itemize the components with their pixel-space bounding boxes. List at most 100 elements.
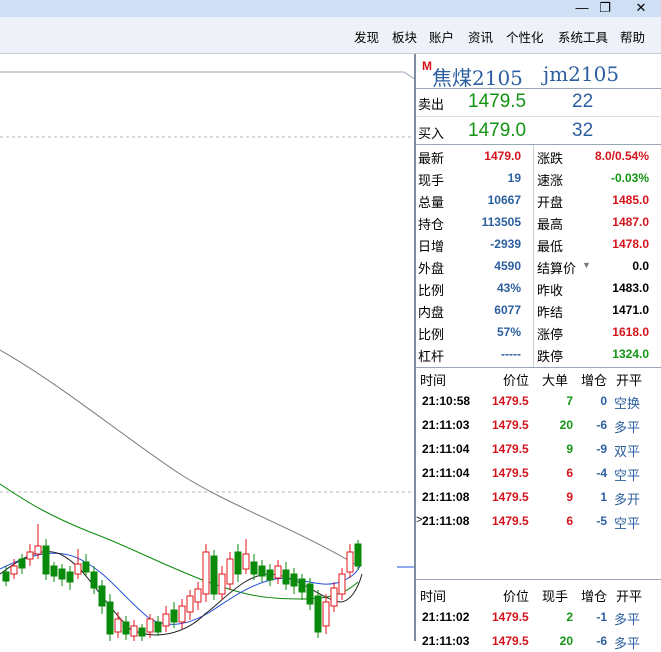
candle-body [202,551,210,595]
minimize-icon: — [575,0,589,15]
candle-body [146,618,154,633]
ma-long-line [0,349,356,565]
candle-body [186,595,194,613]
stat-label: 比例 [418,283,445,298]
stat-value: 6077 [494,303,521,317]
candle-body [154,621,162,633]
symbol-name[interactable]: 焦煤2105 [432,62,523,91]
dropdown-caret-icon[interactable]: ▼ [582,260,591,270]
window-title-bar: — ❐ ✕ [0,0,661,17]
candle-body [322,601,330,627]
menu-discover[interactable]: 发现 [354,27,379,46]
trade-volume: 6 [566,466,573,480]
sell-price[interactable]: 1479.5 [468,91,526,113]
stat-label: 昨结 [537,305,564,320]
trades-header: 时间 [420,373,447,388]
menu-account[interactable]: 账户 [429,27,454,46]
trade-price: 1479.5 [492,442,529,456]
stat-label: 速涨 [537,173,564,188]
stat-value: 1471.0 [612,303,649,317]
stat-value: 1483.0 [612,281,649,295]
trades-header: 增仓 [581,589,608,604]
stat-label: 总量 [418,195,445,210]
candle-body [330,587,338,607]
stat-label: 涨跌 [537,151,564,166]
restore-icon: ❐ [599,0,611,15]
candle-body [138,627,146,637]
candle-body [66,571,74,583]
trade-price: 1479.5 [492,466,529,480]
stat-value: 4590 [494,259,521,273]
stat-label: 结算价 [537,261,577,276]
stat-value: 1487.0 [612,215,649,229]
menu-personalize[interactable]: 个性化 [506,27,544,46]
restore-button[interactable]: ❐ [588,0,622,17]
menu-sectors[interactable]: 板块 [392,27,417,46]
trade-change: -5 [596,514,607,528]
stat-label: 内盘 [418,305,445,320]
trades-header: 增仓 [581,373,608,388]
trade-volume: 6 [566,514,573,528]
trade-type: 空平 [614,516,641,531]
candle-body [250,561,258,575]
buy-qty: 32 [572,120,594,141]
candle-body [258,565,266,577]
symbol-code[interactable]: jm2105 [543,62,619,86]
stat-label: 最低 [537,239,564,254]
trades-header: 大单 [542,373,569,388]
trades-header: 开平 [616,373,643,388]
menu-news[interactable]: 资讯 [468,27,493,46]
trade-time: 21:10:58 [422,394,471,408]
stat-value: 113505 [481,215,521,229]
trade-time: 21:11:08 [422,514,470,528]
market-badge: M [422,59,432,73]
candle-body [34,545,42,555]
stat-value: 10667 [487,193,521,207]
menu-system-tools[interactable]: 系统工具 [558,27,608,46]
trade-price: 1479.5 [492,514,529,528]
candle-body [90,571,98,589]
candle-body [42,545,50,575]
stat-value: 19 [507,171,521,185]
candle-body [282,569,290,585]
stat-label: 跌停 [537,349,564,364]
kline-chart[interactable] [0,54,417,641]
trade-change: -9 [596,442,607,456]
candles-group [2,524,362,641]
trade-change: -6 [596,418,607,432]
candle-body [170,609,178,623]
menu-help[interactable]: 帮助 [620,27,645,46]
candle-body [194,588,202,603]
trade-price: 1479.5 [492,418,529,432]
candle-body [274,565,282,579]
stat-label: 最新 [418,151,445,166]
trade-time: 21:11:02 [422,610,470,624]
trade-type: 多开 [614,492,641,507]
trade-time: 21:11:03 [422,634,470,648]
trade-price: 1479.5 [492,610,529,624]
stat-label: 开盘 [537,195,564,210]
candle-body [162,613,170,627]
candle-body [338,573,346,595]
candle-body [306,583,314,605]
trade-time: 21:11:04 [422,442,470,456]
candle-body [290,573,298,587]
menu-bar: 发现 板块 账户 资讯 个性化 系统工具 帮助 [0,17,661,54]
close-button[interactable]: ✕ [624,0,658,17]
candle-body [74,563,82,575]
trades-header: 现手 [542,589,569,604]
stat-value: 1479.0 [484,149,521,163]
trade-price: 1479.5 [492,634,529,648]
candle-body [218,573,226,595]
candle-body [130,625,138,637]
stat-value: 1485.0 [612,193,649,207]
candle-body [234,551,242,575]
candle-body [106,601,114,635]
stat-value: 0.0 [632,259,649,273]
stat-label: 最高 [537,217,564,232]
trade-time: 21:11:03 [422,418,470,432]
candle-body [354,543,362,567]
trade-change: -6 [596,634,607,648]
buy-price[interactable]: 1479.0 [468,120,526,142]
stat-value: 8.0/0.54% [594,149,649,163]
